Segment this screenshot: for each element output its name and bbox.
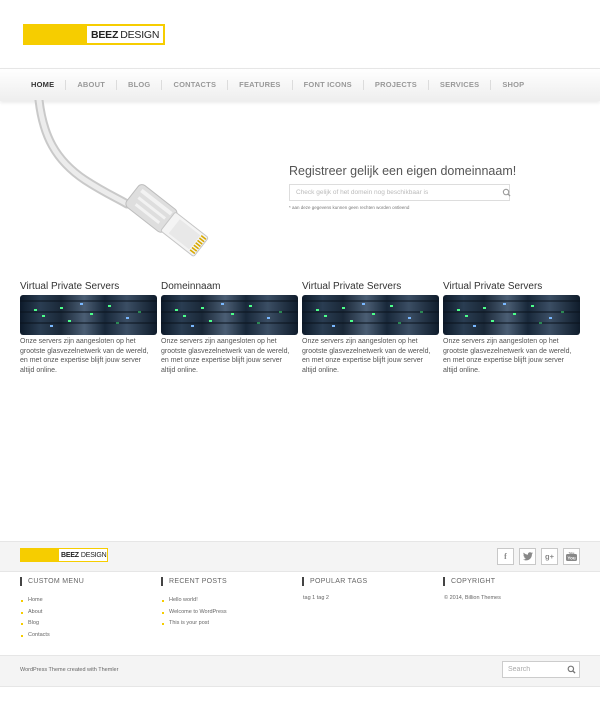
- feature-title[interactable]: Virtual Private Servers: [20, 281, 157, 293]
- svg-text:Tube: Tube: [569, 552, 575, 555]
- twitter-bird-icon: [522, 552, 533, 561]
- server-rack-image: [20, 295, 157, 335]
- twitter-icon[interactable]: [519, 548, 536, 565]
- recent-post-link[interactable]: Hello world!: [162, 595, 291, 607]
- recent-post-link[interactable]: This is your post: [162, 618, 291, 630]
- server-lights: [443, 300, 580, 327]
- domain-search-input[interactable]: [289, 184, 510, 201]
- footer-logo[interactable]: BEEZ DESIGN: [20, 548, 108, 562]
- nav-item-font-icons[interactable]: FONT ICONS: [291, 80, 363, 90]
- server-rack-image: [161, 295, 298, 335]
- footer-copyright: COPYRIGHT © 2014, Billion Themes: [443, 577, 573, 601]
- google-plus-icon[interactable]: g+: [541, 548, 558, 565]
- nav-item-blog[interactable]: BLOG: [115, 80, 161, 90]
- feature-title[interactable]: Virtual Private Servers: [443, 281, 580, 293]
- footer-search-icon[interactable]: [567, 665, 576, 674]
- nav-item-services[interactable]: SERVICES: [427, 80, 490, 90]
- server-lights: [161, 300, 298, 327]
- site-logo[interactable]: BEEZ DESIGN: [23, 24, 165, 45]
- network-cable-illustration: [34, 100, 209, 257]
- server-lights: [20, 300, 157, 327]
- feature-block: Virtual Private Servers Onze servers zij…: [443, 281, 580, 375]
- server-rack-image: [443, 295, 580, 335]
- footer-link-contacts[interactable]: Contacts: [21, 630, 150, 642]
- recent-post-link[interactable]: Welcome to WordPress: [162, 607, 291, 619]
- feature-title[interactable]: Domeinnaam: [161, 281, 298, 293]
- feature-text: Onze servers zijn aangesloten op het gro…: [443, 338, 572, 374]
- logo-accent-bar: [25, 26, 87, 43]
- footer-link-home[interactable]: Home: [21, 595, 150, 607]
- feature-text: Onze servers zijn aangesloten op het gro…: [161, 338, 290, 374]
- nav-item-home[interactable]: HOME: [20, 80, 65, 90]
- nav-item-shop[interactable]: SHOP: [490, 80, 535, 90]
- footer-link-blog[interactable]: Blog: [21, 618, 150, 630]
- footer-custom-menu: CUSTOM MENU Home About Blog Contacts: [20, 577, 150, 642]
- nav-item-projects[interactable]: PROJECTS: [362, 80, 428, 90]
- youtube-logo-icon: YouTube: [566, 552, 577, 561]
- footer-recent-posts: RECENT POSTS Hello world! Welcome to Wor…: [161, 577, 291, 630]
- facebook-icon[interactable]: f: [497, 548, 514, 565]
- logo-text: BEEZ DESIGN: [87, 26, 159, 43]
- logo-accent-bar: [21, 549, 59, 561]
- nav-item-features[interactable]: FEATURES: [227, 80, 291, 90]
- feature-block: Virtual Private Servers Onze servers zij…: [302, 281, 439, 375]
- logo-light-text: DESIGN: [120, 28, 160, 41]
- copyright-text: © 2014, Billion Themes: [444, 595, 501, 601]
- logo-bold-text: BEEZ: [91, 28, 119, 41]
- footer-popular-tags: POPULAR TAGS tag 1 tag 2: [302, 577, 432, 601]
- logo-bold-text: BEEZ: [61, 551, 79, 559]
- youtube-icon[interactable]: You Tube: [563, 548, 580, 565]
- server-rack-image: [302, 295, 439, 335]
- footer-heading: POPULAR TAGS: [302, 577, 432, 586]
- main-nav: HOME ABOUT BLOG CONTACTS FEATURES FONT I…: [0, 68, 600, 101]
- feature-block: Domeinnaam Onze servers zijn aangesloten…: [161, 281, 298, 375]
- feature-block: Virtual Private Servers Onze servers zij…: [20, 281, 157, 375]
- nav-item-about[interactable]: ABOUT: [65, 80, 116, 90]
- footer-heading: RECENT POSTS: [161, 577, 291, 586]
- footer-heading: COPYRIGHT: [443, 577, 573, 586]
- footer-link-about[interactable]: About: [21, 607, 150, 619]
- svg-text:You: You: [567, 556, 575, 561]
- domain-disclaimer: * aan deze gegevens kunnen geen rechten …: [289, 205, 410, 210]
- domain-search-title: Registreer gelijk een eigen domeinnaam!: [289, 164, 517, 178]
- theme-credit: WordPress Theme created with Themler: [20, 667, 119, 673]
- server-lights: [302, 300, 439, 327]
- logo-text: BEEZ DESIGN: [59, 549, 107, 561]
- domain-search-icon[interactable]: [502, 188, 511, 197]
- feature-text: Onze servers zijn aangesloten op het gro…: [20, 338, 149, 374]
- tag-links[interactable]: tag 1 tag 2: [302, 595, 432, 601]
- feature-text: Onze servers zijn aangesloten op het gro…: [302, 338, 431, 374]
- footer-heading: CUSTOM MENU: [20, 577, 150, 586]
- feature-title[interactable]: Virtual Private Servers: [302, 281, 439, 293]
- nav-item-contacts[interactable]: CONTACTS: [161, 80, 227, 90]
- logo-light-text: DESIGN: [80, 551, 107, 559]
